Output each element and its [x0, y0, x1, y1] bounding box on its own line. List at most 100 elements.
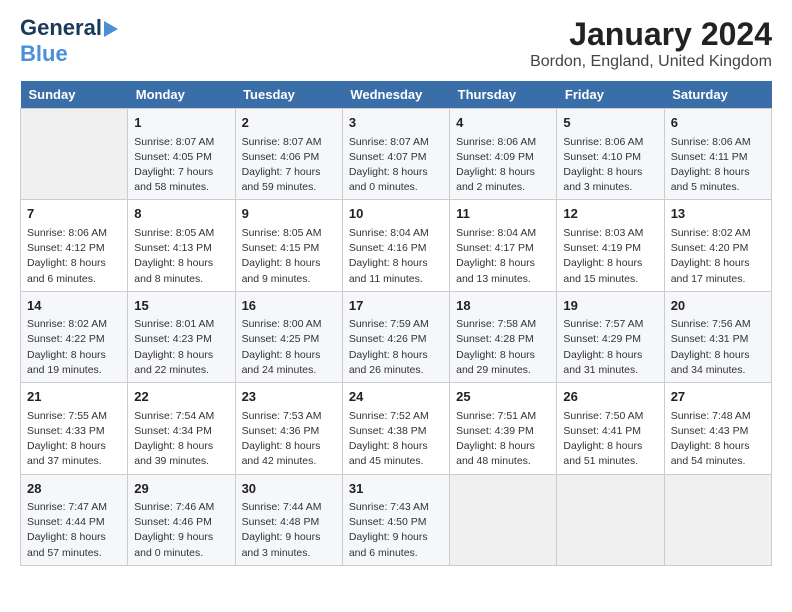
- day-number: 18: [456, 296, 550, 316]
- page-header: General Blue January 2024 Bordon, Englan…: [20, 16, 772, 71]
- calendar-cell: 30Sunrise: 7:44 AMSunset: 4:48 PMDayligh…: [235, 474, 342, 565]
- cell-info: Sunrise: 8:05 AM: [242, 226, 336, 241]
- day-number: 11: [456, 204, 550, 224]
- calendar-cell: 13Sunrise: 8:02 AMSunset: 4:20 PMDayligh…: [664, 200, 771, 291]
- cell-info: Daylight: 8 hours: [456, 348, 550, 363]
- cell-info: Sunrise: 8:02 AM: [671, 226, 765, 241]
- calendar-cell: 18Sunrise: 7:58 AMSunset: 4:28 PMDayligh…: [450, 291, 557, 382]
- calendar-week-row: 7Sunrise: 8:06 AMSunset: 4:12 PMDaylight…: [21, 200, 772, 291]
- cell-info: Sunset: 4:19 PM: [563, 241, 657, 256]
- day-number: 25: [456, 387, 550, 407]
- cell-info: and 0 minutes.: [134, 546, 228, 561]
- cell-info: Daylight: 8 hours: [242, 348, 336, 363]
- calendar-cell: 11Sunrise: 8:04 AMSunset: 4:17 PMDayligh…: [450, 200, 557, 291]
- calendar-cell: [21, 109, 128, 200]
- cell-info: Daylight: 9 hours: [134, 530, 228, 545]
- cell-info: and 48 minutes.: [456, 454, 550, 469]
- calendar-cell: 21Sunrise: 7:55 AMSunset: 4:33 PMDayligh…: [21, 383, 128, 474]
- cell-info: Daylight: 9 hours: [349, 530, 443, 545]
- cell-info: Daylight: 8 hours: [134, 439, 228, 454]
- calendar-week-row: 28Sunrise: 7:47 AMSunset: 4:44 PMDayligh…: [21, 474, 772, 565]
- calendar-cell: 23Sunrise: 7:53 AMSunset: 4:36 PMDayligh…: [235, 383, 342, 474]
- day-number: 8: [134, 204, 228, 224]
- calendar-cell: 9Sunrise: 8:05 AMSunset: 4:15 PMDaylight…: [235, 200, 342, 291]
- cell-info: Sunset: 4:09 PM: [456, 150, 550, 165]
- calendar-cell: 17Sunrise: 7:59 AMSunset: 4:26 PMDayligh…: [342, 291, 449, 382]
- cell-info: Sunset: 4:28 PM: [456, 332, 550, 347]
- cell-info: Sunrise: 7:55 AM: [27, 409, 121, 424]
- cell-info: Daylight: 8 hours: [349, 256, 443, 271]
- calendar-cell: 7Sunrise: 8:06 AMSunset: 4:12 PMDaylight…: [21, 200, 128, 291]
- cell-info: Sunrise: 7:59 AM: [349, 317, 443, 332]
- day-number: 14: [27, 296, 121, 316]
- cell-info: and 17 minutes.: [671, 272, 765, 287]
- cell-info: and 31 minutes.: [563, 363, 657, 378]
- calendar-cell: 15Sunrise: 8:01 AMSunset: 4:23 PMDayligh…: [128, 291, 235, 382]
- cell-info: Sunset: 4:06 PM: [242, 150, 336, 165]
- day-number: 26: [563, 387, 657, 407]
- day-number: 16: [242, 296, 336, 316]
- day-number: 30: [242, 479, 336, 499]
- cell-info: Daylight: 8 hours: [349, 439, 443, 454]
- cell-info: and 22 minutes.: [134, 363, 228, 378]
- day-number: 22: [134, 387, 228, 407]
- cell-info: Sunrise: 7:48 AM: [671, 409, 765, 424]
- day-number: 5: [563, 113, 657, 133]
- day-number: 1: [134, 113, 228, 133]
- cell-info: Sunset: 4:23 PM: [134, 332, 228, 347]
- cell-info: Sunset: 4:39 PM: [456, 424, 550, 439]
- cell-info: Daylight: 8 hours: [242, 439, 336, 454]
- cell-info: Daylight: 8 hours: [27, 348, 121, 363]
- calendar-table: SundayMondayTuesdayWednesdayThursdayFrid…: [20, 81, 772, 566]
- cell-info: Sunrise: 8:01 AM: [134, 317, 228, 332]
- day-number: 6: [671, 113, 765, 133]
- column-header-monday: Monday: [128, 81, 235, 109]
- day-number: 29: [134, 479, 228, 499]
- cell-info: and 58 minutes.: [134, 180, 228, 195]
- cell-info: Sunset: 4:31 PM: [671, 332, 765, 347]
- cell-info: Daylight: 8 hours: [671, 256, 765, 271]
- cell-info: Sunset: 4:46 PM: [134, 515, 228, 530]
- calendar-cell: 6Sunrise: 8:06 AMSunset: 4:11 PMDaylight…: [664, 109, 771, 200]
- day-number: 9: [242, 204, 336, 224]
- cell-info: and 42 minutes.: [242, 454, 336, 469]
- calendar-cell: 26Sunrise: 7:50 AMSunset: 4:41 PMDayligh…: [557, 383, 664, 474]
- day-number: 21: [27, 387, 121, 407]
- cell-info: Sunset: 4:50 PM: [349, 515, 443, 530]
- cell-info: and 3 minutes.: [242, 546, 336, 561]
- cell-info: Sunset: 4:15 PM: [242, 241, 336, 256]
- calendar-cell: 24Sunrise: 7:52 AMSunset: 4:38 PMDayligh…: [342, 383, 449, 474]
- cell-info: Sunrise: 8:02 AM: [27, 317, 121, 332]
- cell-info: Daylight: 8 hours: [671, 439, 765, 454]
- month-year: January 2024: [530, 16, 772, 53]
- cell-info: and 15 minutes.: [563, 272, 657, 287]
- cell-info: Daylight: 8 hours: [456, 439, 550, 454]
- cell-info: Sunrise: 8:04 AM: [349, 226, 443, 241]
- cell-info: Daylight: 8 hours: [671, 165, 765, 180]
- calendar-cell: [664, 474, 771, 565]
- cell-info: Sunrise: 8:00 AM: [242, 317, 336, 332]
- column-header-saturday: Saturday: [664, 81, 771, 109]
- day-number: 3: [349, 113, 443, 133]
- cell-info: Sunset: 4:43 PM: [671, 424, 765, 439]
- calendar-week-row: 1Sunrise: 8:07 AMSunset: 4:05 PMDaylight…: [21, 109, 772, 200]
- cell-info: Sunrise: 7:56 AM: [671, 317, 765, 332]
- cell-info: Sunrise: 8:04 AM: [456, 226, 550, 241]
- cell-info: Daylight: 9 hours: [242, 530, 336, 545]
- calendar-cell: 1Sunrise: 8:07 AMSunset: 4:05 PMDaylight…: [128, 109, 235, 200]
- cell-info: and 9 minutes.: [242, 272, 336, 287]
- cell-info: Sunset: 4:48 PM: [242, 515, 336, 530]
- cell-info: Sunrise: 8:06 AM: [456, 135, 550, 150]
- cell-info: Daylight: 8 hours: [349, 165, 443, 180]
- calendar-cell: 4Sunrise: 8:06 AMSunset: 4:09 PMDaylight…: [450, 109, 557, 200]
- calendar-cell: 29Sunrise: 7:46 AMSunset: 4:46 PMDayligh…: [128, 474, 235, 565]
- logo-text: General: [20, 16, 118, 40]
- cell-info: Daylight: 8 hours: [27, 530, 121, 545]
- cell-info: Daylight: 8 hours: [563, 439, 657, 454]
- cell-info: Sunset: 4:10 PM: [563, 150, 657, 165]
- day-number: 27: [671, 387, 765, 407]
- cell-info: and 37 minutes.: [27, 454, 121, 469]
- cell-info: Daylight: 8 hours: [563, 348, 657, 363]
- cell-info: Daylight: 8 hours: [456, 256, 550, 271]
- cell-info: Sunset: 4:05 PM: [134, 150, 228, 165]
